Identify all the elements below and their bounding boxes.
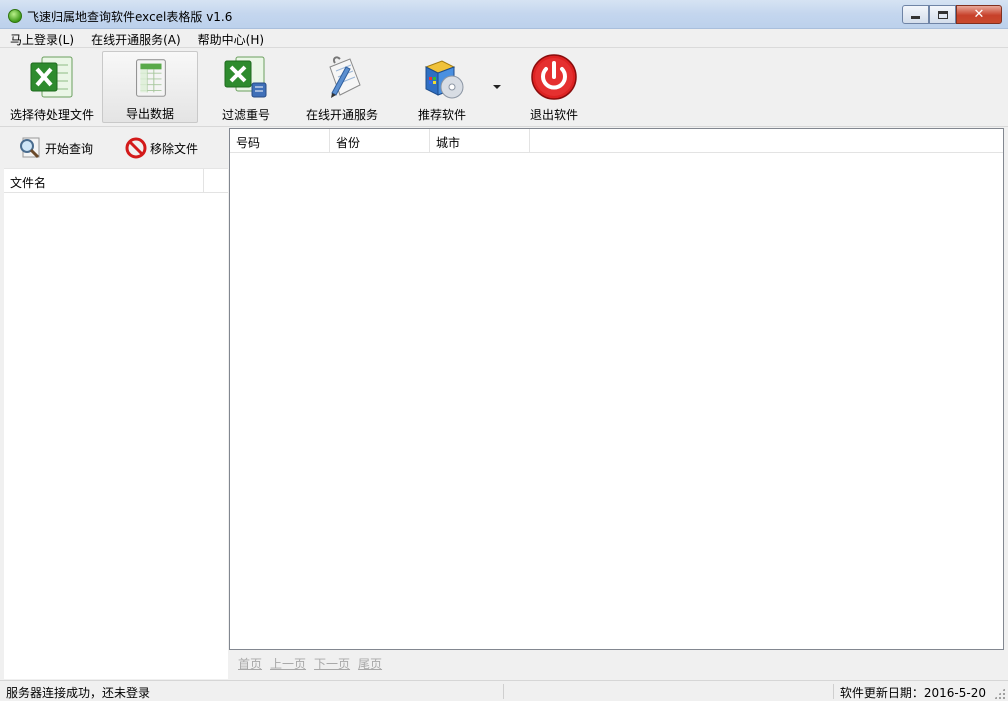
title-bar[interactable]: 飞速归属地查询软件excel表格版 v1.6 ✕ xyxy=(0,0,1008,29)
exit-button[interactable]: 退出软件 xyxy=(512,51,596,123)
province-column-header[interactable]: 省份 xyxy=(330,129,430,153)
recommended-software-label: 推荐软件 xyxy=(417,108,466,122)
window-controls: ✕ xyxy=(902,5,1002,25)
start-query-label: 开始查询 xyxy=(45,141,94,156)
next-page-link[interactable]: 下一页 xyxy=(314,655,350,672)
close-button[interactable]: ✕ xyxy=(956,5,1002,24)
recommended-software-button[interactable]: 推荐软件 xyxy=(400,51,484,123)
menu-login[interactable]: 马上登录(L) xyxy=(0,29,81,47)
left-panel: 开始查询 移除文件 文件名 xyxy=(4,128,228,679)
menu-bar: 马上登录(L) 在线开通服务(A) 帮助中心(H) xyxy=(0,29,1008,48)
online-service-label: 在线开通服务 xyxy=(305,108,378,122)
last-page-link[interactable]: 尾页 xyxy=(358,655,382,672)
resize-grip-icon[interactable] xyxy=(994,688,1005,699)
filter-duplicates-label: 过滤重号 xyxy=(221,108,270,122)
window-title: 飞速归属地查询软件excel表格版 v1.6 xyxy=(27,10,233,24)
file-list[interactable]: 文件名 xyxy=(4,168,228,679)
document-pen-icon xyxy=(329,56,361,98)
number-column-header[interactable]: 号码 xyxy=(230,129,330,153)
menu-help-center[interactable]: 帮助中心(H) xyxy=(188,29,271,47)
filename-column-header[interactable]: 文件名 xyxy=(4,169,204,193)
toolbar: 选择待处理文件 导出数据 过滤重号 在线开通服务 推荐软件 退出软件 xyxy=(0,48,1008,127)
status-separator xyxy=(833,684,834,699)
excel-filter-icon xyxy=(224,56,267,98)
status-separator xyxy=(503,684,504,699)
status-bar: 服务器连接成功，还未登录 软件更新日期：2016-5-20 xyxy=(0,680,1008,701)
maximize-icon xyxy=(937,10,948,19)
pager: 首页 上一页 下一页 尾页 xyxy=(238,655,390,672)
app-icon xyxy=(8,9,22,23)
connection-status: 服务器连接成功，还未登录 xyxy=(6,686,151,700)
minimize-button[interactable] xyxy=(902,5,929,24)
remove-file-button[interactable]: 移除文件 xyxy=(125,137,198,159)
file-list-header: 文件名 xyxy=(4,169,228,193)
start-query-button[interactable]: 开始查询 xyxy=(18,136,93,160)
remove-file-label: 移除文件 xyxy=(150,141,199,156)
city-column-header[interactable]: 城市 xyxy=(430,129,530,153)
select-file-label: 选择待处理文件 xyxy=(9,108,94,122)
export-data-label: 导出数据 xyxy=(125,107,174,121)
prev-page-link[interactable]: 上一页 xyxy=(270,655,306,672)
file-actions: 开始查询 移除文件 xyxy=(4,128,228,168)
minimize-icon xyxy=(911,16,920,19)
filter-duplicates-button[interactable]: 过滤重号 xyxy=(200,51,292,123)
update-date: 软件更新日期：2016-5-20 xyxy=(839,686,986,700)
maximize-button[interactable] xyxy=(929,5,956,24)
select-file-button[interactable]: 选择待处理文件 xyxy=(4,51,100,123)
power-icon xyxy=(531,54,577,100)
spreadsheet-export-icon xyxy=(136,59,166,97)
prohibited-icon xyxy=(125,137,147,159)
results-grid[interactable]: 号码 省份 城市 xyxy=(229,128,1004,650)
close-icon: ✕ xyxy=(973,7,985,22)
recommended-dropdown-icon[interactable] xyxy=(493,85,501,89)
exit-label: 退出软件 xyxy=(529,108,578,122)
software-box-icon xyxy=(424,60,464,99)
menu-online-service[interactable]: 在线开通服务(A) xyxy=(81,29,188,47)
magnifier-icon xyxy=(20,137,40,159)
export-data-button[interactable]: 导出数据 xyxy=(102,51,198,123)
first-page-link[interactable]: 首页 xyxy=(238,655,262,672)
online-service-button[interactable]: 在线开通服务 xyxy=(298,51,386,123)
excel-file-icon xyxy=(30,56,73,98)
results-grid-header: 号码 省份 城市 xyxy=(230,129,1003,153)
